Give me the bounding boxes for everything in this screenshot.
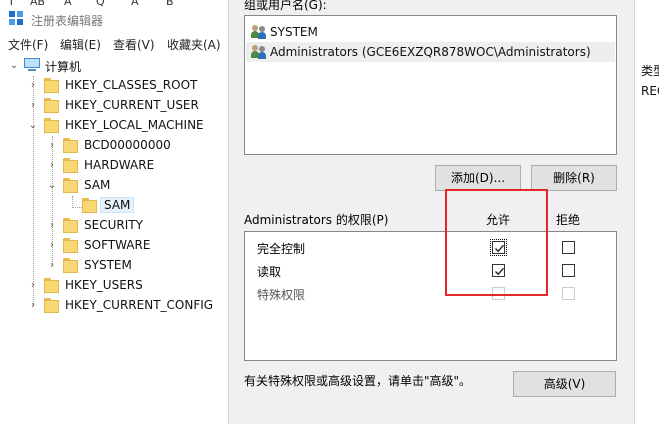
- permission-name: 特殊权限: [257, 288, 306, 302]
- user-name: SYSTEM: [270, 25, 318, 39]
- tree-node-software[interactable]: › SOFTWARE: [0, 236, 228, 256]
- tree-label: BCD00000000: [84, 138, 171, 152]
- chevron-right-icon[interactable]: ›: [28, 79, 38, 93]
- chevron-right-icon[interactable]: ›: [47, 219, 57, 233]
- type-column-header: 类型: [641, 64, 659, 78]
- clip-text-3: A: [64, 0, 72, 8]
- advanced-hint-text: 有关特殊权限或高级设置，请单击"高级"。: [244, 374, 472, 388]
- permissions-label: Administrators 的权限(P): [244, 213, 389, 227]
- tree-label: HKEY_LOCAL_MACHINE: [65, 118, 204, 132]
- deny-checkbox-read[interactable]: [562, 264, 575, 277]
- permissions-list: 完全控制 读取 特殊权限: [244, 231, 617, 361]
- tree-node-hkcu[interactable]: › HKEY_CURRENT_USER: [0, 96, 228, 116]
- tree-label: 计算机: [45, 60, 82, 74]
- tree-label: SAM: [84, 178, 111, 192]
- tree-label: HKEY_CURRENT_CONFIG: [65, 298, 214, 312]
- deny-column-header: 拒绝: [556, 213, 581, 227]
- clip-text-6: B: [166, 0, 174, 8]
- chevron-down-icon[interactable]: ⌄: [47, 179, 57, 193]
- tree-label: HARDWARE: [84, 158, 155, 172]
- title-bar[interactable]: 注册表编辑器: [0, 8, 228, 32]
- clipped-toolbar-strip: T AB A Q A B: [0, 0, 228, 8]
- users-list[interactable]: SYSTEM Administrators (GCE6EXZQR878WOC\A…: [244, 15, 617, 155]
- permission-row-special: 特殊权限: [245, 282, 616, 304]
- folder-icon: [82, 198, 97, 213]
- tree-node-hkcr[interactable]: › HKEY_CLASSES_ROOT: [0, 76, 228, 96]
- chevron-right-icon[interactable]: ›: [28, 279, 38, 293]
- users-group-label: 组或用户名(G):: [244, 0, 327, 12]
- tree-label: HKEY_CLASSES_ROOT: [65, 78, 198, 92]
- tree-node-hklm[interactable]: ⌄ HKEY_LOCAL_MACHINE: [0, 116, 228, 136]
- tree-node-hardware[interactable]: › HARDWARE: [0, 156, 228, 176]
- chevron-right-icon[interactable]: ›: [47, 159, 57, 173]
- tree-node-system[interactable]: › SYSTEM: [0, 256, 228, 276]
- tree-node-computer[interactable]: ⌄ 计算机: [0, 56, 228, 76]
- folder-icon: [63, 158, 78, 173]
- chevron-down-icon[interactable]: ⌄: [9, 59, 19, 73]
- tree-node-sam[interactable]: ⌄ SAM: [0, 176, 228, 196]
- folder-icon: [44, 78, 59, 93]
- menu-edit[interactable]: 编辑(E): [60, 36, 101, 53]
- folder-icon: [44, 98, 59, 113]
- tree-node-hkcc[interactable]: › HKEY_CURRENT_CONFIG: [0, 296, 228, 316]
- tree-label: SYSTEM: [84, 258, 132, 272]
- permission-row-read: 读取: [245, 259, 616, 281]
- highlight-annotation-box: [445, 189, 548, 296]
- menu-favorites[interactable]: 收藏夹(A): [167, 36, 221, 53]
- permission-name: 完全控制: [257, 242, 306, 256]
- folder-open-icon: [44, 118, 59, 133]
- tree-node-bcd[interactable]: › BCD00000000: [0, 136, 228, 156]
- clip-text-1: T: [8, 0, 15, 8]
- background-window-right: 类型 REG: [634, 0, 659, 424]
- registry-editor-window: T AB A Q A B 注册表编辑器 文件(F) 编辑(E) 查看(V) 收藏…: [0, 0, 229, 424]
- users-icon: [251, 45, 267, 59]
- value-type-cell: REG: [641, 84, 659, 98]
- chevron-down-icon[interactable]: ⌄: [28, 119, 38, 133]
- folder-icon: [44, 278, 59, 293]
- user-row-system[interactable]: SYSTEM: [246, 22, 615, 42]
- advanced-button[interactable]: 高级(V): [513, 371, 616, 397]
- tree-node-security[interactable]: › SECURITY: [0, 216, 228, 236]
- remove-button[interactable]: 删除(R): [531, 165, 617, 191]
- window-title: 注册表编辑器: [31, 14, 104, 28]
- computer-icon: [24, 58, 40, 72]
- tree-label: SECURITY: [84, 218, 143, 232]
- chevron-right-icon[interactable]: ›: [47, 239, 57, 253]
- folder-icon: [44, 298, 59, 313]
- folder-icon: [63, 238, 78, 253]
- tree-label: HKEY_CURRENT_USER: [65, 98, 199, 112]
- tree-node-hku[interactable]: › HKEY_USERS: [0, 276, 228, 296]
- chevron-right-icon[interactable]: ›: [28, 299, 38, 313]
- folder-open-icon: [63, 178, 78, 193]
- tree-label: HKEY_USERS: [65, 278, 143, 292]
- deny-checkbox-special: [562, 287, 575, 300]
- users-icon: [251, 25, 267, 39]
- tree-node-sam-child[interactable]: SAM: [0, 196, 228, 216]
- permissions-dialog: 组或用户名(G): SYSTEM Administrators (GCE6EXZ…: [229, 0, 634, 424]
- clip-text-5: A: [131, 0, 139, 8]
- user-row-administrators[interactable]: Administrators (GCE6EXZQR878WOC\Administ…: [246, 42, 615, 62]
- registry-editor-icon: [9, 11, 25, 27]
- permission-row-full-control: 完全控制: [245, 236, 616, 258]
- menu-view[interactable]: 查看(V): [113, 36, 155, 53]
- folder-icon: [63, 258, 78, 273]
- menu-file[interactable]: 文件(F): [8, 36, 48, 53]
- clip-text-2: AB: [30, 0, 46, 8]
- folder-icon: [63, 138, 78, 153]
- deny-checkbox-full-control[interactable]: [562, 241, 575, 254]
- chevron-right-icon[interactable]: ›: [47, 139, 57, 153]
- clip-text-4: Q: [96, 0, 105, 8]
- user-name: Administrators (GCE6EXZQR878WOC\Administ…: [270, 45, 591, 59]
- permission-name: 读取: [257, 265, 282, 279]
- folder-icon: [63, 218, 78, 233]
- add-button[interactable]: 添加(D)...: [435, 165, 521, 191]
- tree-label: SOFTWARE: [84, 238, 151, 252]
- tree-label-selected: SAM: [99, 197, 135, 213]
- chevron-right-icon[interactable]: ›: [28, 99, 38, 113]
- chevron-right-icon[interactable]: ›: [47, 259, 57, 273]
